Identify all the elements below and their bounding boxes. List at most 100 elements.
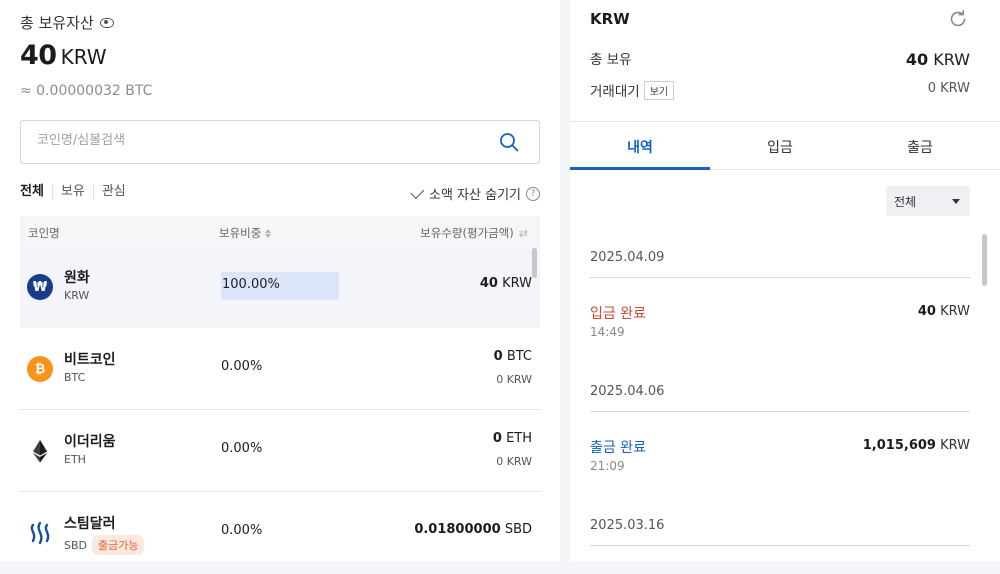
amount-unit: SBD <box>504 522 532 537</box>
detail-panel: KRW 총 보유 40 KRW 거래대기 보기 0 KRW 내역 입금 출금 전… <box>570 0 1000 561</box>
total-holding-unit: KRW <box>933 50 970 69</box>
tab-all[interactable]: 전체 <box>20 185 52 199</box>
holding-value: 0 KRW <box>496 373 532 386</box>
table-row[interactable]: ₿ 비트코인 BTC 0.00% 0 BTC 0 KRW <box>20 328 540 410</box>
total-assets-title: 총 보유자산 <box>20 14 94 32</box>
tab-deposit[interactable]: 입금 <box>710 137 850 157</box>
view-button[interactable]: 보기 <box>643 80 675 100</box>
header-holdings[interactable]: 보유수량(평가금액) ⇄ <box>420 225 528 241</box>
amount-unit: ETH <box>506 431 532 446</box>
history-date: 2025.04.06 <box>590 384 970 412</box>
tx-amount: 40 KRW <box>918 304 970 319</box>
coin-symbol: SBD 출금가능 <box>64 535 145 555</box>
coin-symbol-text: KRW <box>64 289 90 302</box>
coin-symbol-text: BTC <box>64 371 86 384</box>
history-scrollbar[interactable] <box>982 234 987 286</box>
tx-amount-unit: KRW <box>940 304 970 319</box>
approx-btc-value: ≈ 0.00000032 BTC <box>20 83 153 99</box>
header-ratio-label: 보유비중 <box>219 226 262 240</box>
history-filter-select[interactable]: 전체 <box>886 186 970 216</box>
tx-amount-number: 1,015,609 <box>862 438 936 453</box>
coin-name: 스팀달러 <box>64 516 116 532</box>
tab-history[interactable]: 내역 <box>570 137 710 157</box>
tx-time: 14:49 <box>590 325 625 339</box>
tx-status: 출금 완료 <box>590 440 646 456</box>
asset-panel: 총 보유자산 40 KRW ≈ 0.00000032 BTC 전체 보유 관심 … <box>0 0 560 561</box>
tx-amount-unit: KRW <box>940 438 970 453</box>
list-scrollbar[interactable] <box>532 248 537 278</box>
krw-icon: ₩ <box>27 274 53 300</box>
tab-underline <box>570 167 710 170</box>
holding-amount: 0.01800000 SBD <box>414 522 532 537</box>
asset-table-header: 코인명 보유비중 보유수량(평가금액) ⇄ <box>20 216 540 248</box>
holding-amount: 0 ETH <box>493 431 532 446</box>
holding-value: 0 KRW <box>496 455 532 468</box>
amount-number: 0.01800000 <box>414 522 501 537</box>
history-date: 2025.03.16 <box>590 518 970 546</box>
pending-value: 0 KRW <box>927 81 970 96</box>
total-holding-text: 총 보유 <box>590 52 632 68</box>
search-input[interactable] <box>37 133 477 148</box>
hide-small-label: 소액 자산 숨기기 <box>429 188 521 203</box>
total-holding-value: 40 KRW <box>906 50 970 69</box>
refresh-icon[interactable] <box>948 9 968 29</box>
coin-symbol: ETH <box>64 453 86 466</box>
coin-name: 이더리움 <box>64 434 116 450</box>
total-holding-label: 총 보유 <box>590 48 632 68</box>
amount-number: 0 <box>492 431 502 446</box>
table-row[interactable]: ₩ 원화 KRW 100.00% 40 KRW <box>20 246 540 328</box>
detail-title: KRW <box>590 10 630 28</box>
hide-small-assets-toggle[interactable]: 소액 자산 숨기기 ? <box>410 184 540 203</box>
tx-status: 입금 완료 <box>590 306 646 322</box>
coin-symbol: BTC <box>64 371 85 384</box>
pending-label: 거래대기 보기 <box>590 80 675 100</box>
pending-text: 거래대기 <box>590 84 640 100</box>
tab-withdraw[interactable]: 출금 <box>850 137 990 157</box>
header-holdings-label: 보유수량(평가금액) <box>420 226 514 240</box>
amount-number: 40 <box>479 276 498 291</box>
sort-icon <box>265 228 272 238</box>
search-icon[interactable] <box>499 132 519 152</box>
tab-favorites[interactable]: 관심 <box>92 185 134 199</box>
history-date: 2025.04.09 <box>590 250 970 278</box>
withdrawable-badge: 출금가능 <box>92 535 145 555</box>
coin-symbol: KRW <box>64 289 89 302</box>
tx-time: 21:09 <box>590 459 625 473</box>
total-value-number: 40 <box>20 40 57 71</box>
tab-owned[interactable]: 보유 <box>51 185 93 199</box>
holding-ratio: 0.00% <box>221 523 263 538</box>
coin-symbol-text: ETH <box>64 453 86 466</box>
coin-name: 원화 <box>64 270 90 286</box>
table-row[interactable]: 이더리움 ETH 0.00% 0 ETH 0 KRW <box>20 410 540 492</box>
asset-filter-tabs: 전체 보유 관심 <box>20 185 134 199</box>
holding-ratio: 0.00% <box>221 441 263 456</box>
detail-tabs: 내역 입금 출금 <box>570 122 1000 170</box>
header-ratio[interactable]: 보유비중 <box>219 225 272 241</box>
history-filter-value: 전체 <box>894 195 917 209</box>
ethereum-icon <box>33 440 47 463</box>
holding-ratio: 0.00% <box>221 359 263 374</box>
tx-amount: 1,015,609 KRW <box>863 438 970 453</box>
total-assets-label: 총 보유자산 <box>20 12 114 33</box>
coin-symbol-text: SBD <box>64 538 87 552</box>
holding-amount: 0 BTC <box>494 349 532 364</box>
caret-down-icon <box>952 199 960 204</box>
amount-unit: BTC <box>506 349 532 364</box>
tx-amount-number: 40 <box>917 304 936 319</box>
help-icon[interactable]: ? <box>526 186 540 201</box>
amount-number: 0 <box>493 349 503 364</box>
total-value-unit: KRW <box>60 45 107 69</box>
holding-ratio: 100.00% <box>222 277 280 292</box>
eye-icon[interactable] <box>99 17 114 28</box>
bitcoin-icon: ₿ <box>27 356 53 382</box>
header-coin: 코인명 <box>28 226 60 240</box>
swap-icon: ⇄ <box>518 226 528 240</box>
steem-icon <box>30 521 50 545</box>
table-row[interactable]: 스팀달러 SBD 출금가능 0.00% 0.01800000 SBD <box>20 492 540 574</box>
coin-name: 비트코인 <box>64 352 116 368</box>
search-box <box>20 120 540 164</box>
holding-amount: 40 KRW <box>480 276 532 291</box>
check-icon <box>410 184 425 199</box>
total-assets-value: 40 KRW <box>20 40 107 71</box>
amount-unit: KRW <box>502 276 532 291</box>
